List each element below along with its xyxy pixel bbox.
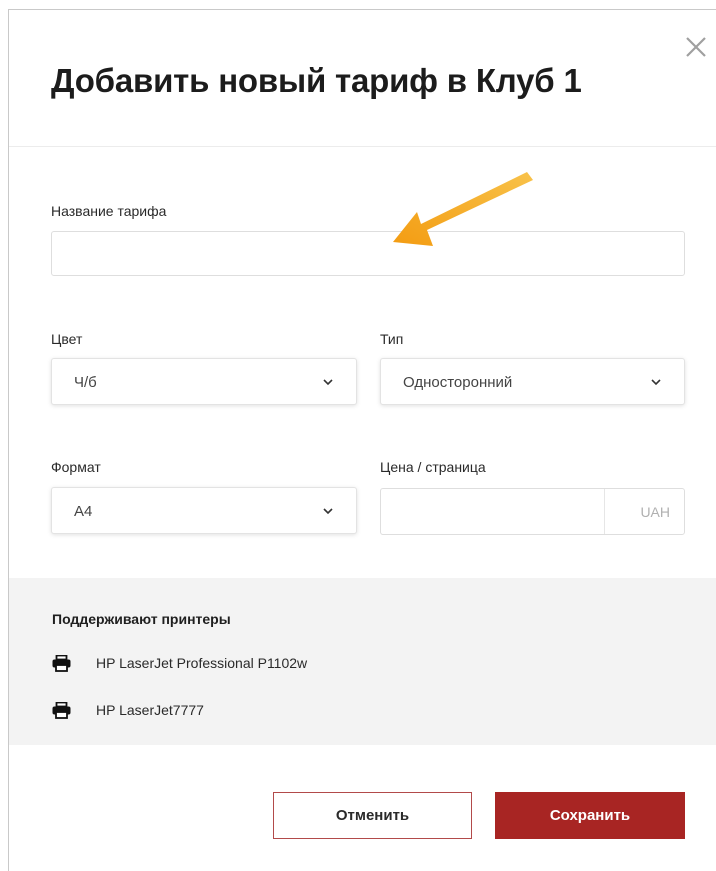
price-field: UAH [380,488,685,535]
price-input[interactable] [381,489,604,534]
tariff-name-input[interactable] [51,231,685,276]
chevron-down-icon [323,508,333,515]
chevron-down-icon [323,379,333,386]
supported-printers-section: Поддерживают принтеры HP LaserJet Profes… [9,578,716,745]
printer-icon [52,701,71,719]
add-tariff-dialog: Добавить новый тариф в Клуб 1 Название т… [8,9,716,871]
close-button[interactable] [679,30,713,64]
type-select-value: Односторонний [403,374,513,391]
dialog-title: Добавить новый тариф в Клуб 1 [51,62,582,99]
save-button[interactable]: Сохранить [495,792,685,839]
tariff-name-label: Название тарифа [51,203,167,219]
printer-item: HP LaserJet Professional P1102w [52,653,307,673]
color-select-value: Ч/б [74,374,97,391]
format-select-value: А4 [74,503,93,520]
printers-heading: Поддерживают принтеры [52,611,231,627]
color-select[interactable]: Ч/б [51,358,357,405]
format-select[interactable]: А4 [51,487,357,534]
type-select[interactable]: Односторонний [380,358,685,405]
close-icon [686,37,706,57]
printer-icon [52,654,71,672]
printer-name: HP LaserJet7777 [96,702,204,718]
type-label: Тип [380,331,404,347]
printer-item: HP LaserJet7777 [52,700,204,720]
chevron-down-icon [651,379,661,386]
printer-name: HP LaserJet Professional P1102w [96,655,308,671]
price-label: Цена / страница [380,459,486,475]
currency-unit: UAH [604,489,684,534]
header-divider [9,146,716,147]
format-label: Формат [51,459,101,475]
color-label: Цвет [51,331,83,347]
cancel-button[interactable]: Отменить [273,792,472,839]
